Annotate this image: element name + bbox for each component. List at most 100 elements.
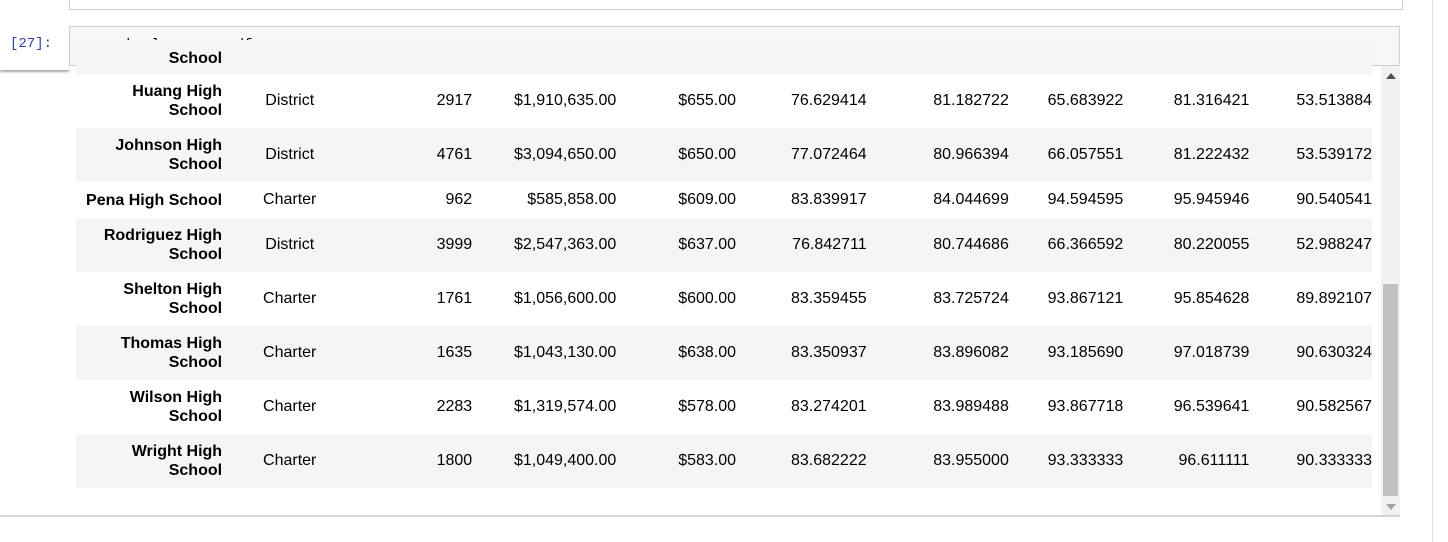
per-student-cell: $637.00	[678, 236, 737, 253]
students-cell: 427	[349, 40, 472, 74]
budget-cell: $585,858.00	[527, 191, 617, 208]
cell-output-divider	[0, 66, 69, 70]
pass-math-cell: 65.683922	[1047, 92, 1124, 109]
school-name-cell: Pena High School	[86, 191, 223, 209]
table-row: Huang High School District 2917 $1,910,635.…	[76, 74, 1372, 128]
school-type-cell: Charter	[263, 344, 317, 361]
scrollbar-thumb[interactable]	[1383, 284, 1398, 496]
overall-cell: 90.333333	[1296, 452, 1372, 469]
per-student-cell: $581.00	[616, 40, 736, 74]
budget-cell: $2,547,363.00	[513, 236, 617, 253]
cell-output[interactable]: School Charter 427$248,087.00$581.0083.803…	[76, 40, 1372, 510]
pass-math-cell: 66.366592	[1047, 236, 1124, 253]
math-cell: 83.359455	[790, 290, 867, 307]
school-name-cell: Johnson High School	[115, 137, 223, 173]
school-type-cell: District	[265, 236, 315, 253]
students-cell: 962	[445, 191, 473, 208]
budget-cell: $1,043,130.00	[513, 344, 617, 361]
chevron-down-icon[interactable]	[1386, 504, 1396, 510]
overall-cell: 90.540541	[1296, 191, 1372, 208]
students-cell: 2917	[436, 92, 473, 109]
per-student-cell: $583.00	[678, 452, 737, 469]
math-cell: 83.274201	[790, 398, 867, 415]
table-row: Wilson High School Charter 2283 $1,319,574.…	[76, 380, 1372, 434]
math-cell: 83.803279	[736, 40, 867, 74]
pass-math-cell: 93.333333	[1047, 452, 1124, 469]
pass-reading-cell: 95.945946	[1173, 191, 1250, 208]
pass-reading-cell: 95.854628	[1173, 290, 1250, 307]
students-cell: 2283	[436, 398, 473, 415]
per-student-cell: $578.00	[678, 398, 737, 415]
math-cell: 83.839917	[790, 191, 867, 208]
reading-cell: 80.744686	[933, 236, 1009, 253]
per-student-cell: $638.00	[678, 344, 737, 361]
previous-cell-output	[69, 0, 1403, 10]
cell-prompt: [27]:	[10, 36, 53, 52]
pass-math-cell: 94.594595	[1047, 191, 1124, 208]
pass-reading-cell: 96.539641	[1173, 398, 1250, 415]
pass-reading-cell: 97.018739	[1173, 344, 1250, 361]
math-cell: 76.842711	[792, 236, 867, 253]
reading-cell: 83.725724	[933, 290, 1009, 307]
pass-math-cell: 93.867121	[1047, 290, 1124, 307]
students-cell: 4761	[436, 146, 473, 163]
math-cell: 83.350937	[790, 344, 867, 361]
reading-cell: 83.896082	[933, 344, 1009, 361]
students-cell: 1761	[436, 290, 473, 307]
pass-reading-cell: 81.316421	[1173, 92, 1250, 109]
cell-bottom-border	[0, 515, 1400, 517]
per-student-cell: $650.00	[678, 146, 737, 163]
per-student-cell: $609.00	[678, 191, 737, 208]
overall-cell: 90.630324	[1296, 344, 1372, 361]
per-student-cell: $600.00	[678, 290, 737, 307]
reading-cell: 83.814988	[867, 40, 1009, 74]
pass-reading-cell: 80.220055	[1173, 236, 1250, 253]
school-name-cell: Shelton High School	[123, 281, 223, 317]
reading-cell: 83.955000	[933, 452, 1009, 469]
school-name-cell: School	[168, 50, 223, 67]
budget-cell: $1,319,574.00	[513, 398, 617, 415]
budget-cell: $3,094,650.00	[513, 146, 617, 163]
school-name-cell: Rodriguez High School	[103, 227, 223, 263]
school-type-cell: Charter	[263, 290, 317, 307]
chevron-up-icon[interactable]	[1386, 73, 1396, 79]
budget-cell: $248,087.00	[472, 40, 616, 74]
overall-cell: 53.513884	[1296, 92, 1372, 109]
overall-cell: 89.227166	[1249, 40, 1372, 74]
per-student-cell: $655.00	[678, 92, 737, 109]
school-type-cell: District	[265, 92, 315, 109]
table-row: Shelton High School Charter 1761 $1,056,600…	[76, 272, 1372, 326]
students-cell: 1800	[436, 452, 473, 469]
budget-cell: $1,049,400.00	[513, 452, 617, 469]
table-row: Rodriguez High School District 3999 $2,547,…	[76, 218, 1372, 272]
school-name-cell: Thomas High School	[120, 335, 223, 371]
math-cell: 77.072464	[790, 146, 867, 163]
page-right-edge	[1432, 0, 1433, 542]
students-cell: 1635	[436, 344, 473, 361]
dataframe-table: School Charter 427$248,087.00$581.0083.803…	[76, 40, 1372, 488]
pass-reading-cell: 96.611111	[1178, 452, 1250, 469]
reading-cell: 83.989488	[933, 398, 1009, 415]
budget-cell: $1,910,635.00	[513, 92, 617, 109]
pass-reading-cell: 81.222432	[1173, 146, 1250, 163]
overall-cell: 90.582567	[1296, 398, 1372, 415]
reading-cell: 84.044699	[933, 191, 1009, 208]
pass-math-cell: 92.505855	[1009, 40, 1123, 74]
table-row: Thomas High School Charter 1635 $1,043,130.…	[76, 326, 1372, 380]
pass-math-cell: 93.185690	[1047, 344, 1124, 361]
math-cell: 83.682222	[790, 452, 867, 469]
overall-cell: 89.892107	[1296, 290, 1372, 307]
overall-cell: 52.988247	[1296, 236, 1372, 253]
school-name-cell: Wright High School	[131, 443, 223, 479]
school-name-cell: Wilson High School	[129, 389, 223, 425]
school-type-cell: Charter	[263, 398, 317, 415]
table-row: Johnson High School District 4761 $3,094,65…	[76, 128, 1372, 182]
pass-math-cell: 93.867718	[1047, 398, 1124, 415]
reading-cell: 80.966394	[933, 146, 1009, 163]
school-type-cell: District	[265, 146, 315, 163]
output-scrollbar[interactable]	[1381, 66, 1400, 517]
pass-reading-cell: 96.252927	[1123, 40, 1249, 74]
school-type-cell: Charter	[263, 191, 317, 208]
budget-cell: $1,056,600.00	[513, 290, 617, 307]
students-cell: 3999	[436, 236, 473, 253]
